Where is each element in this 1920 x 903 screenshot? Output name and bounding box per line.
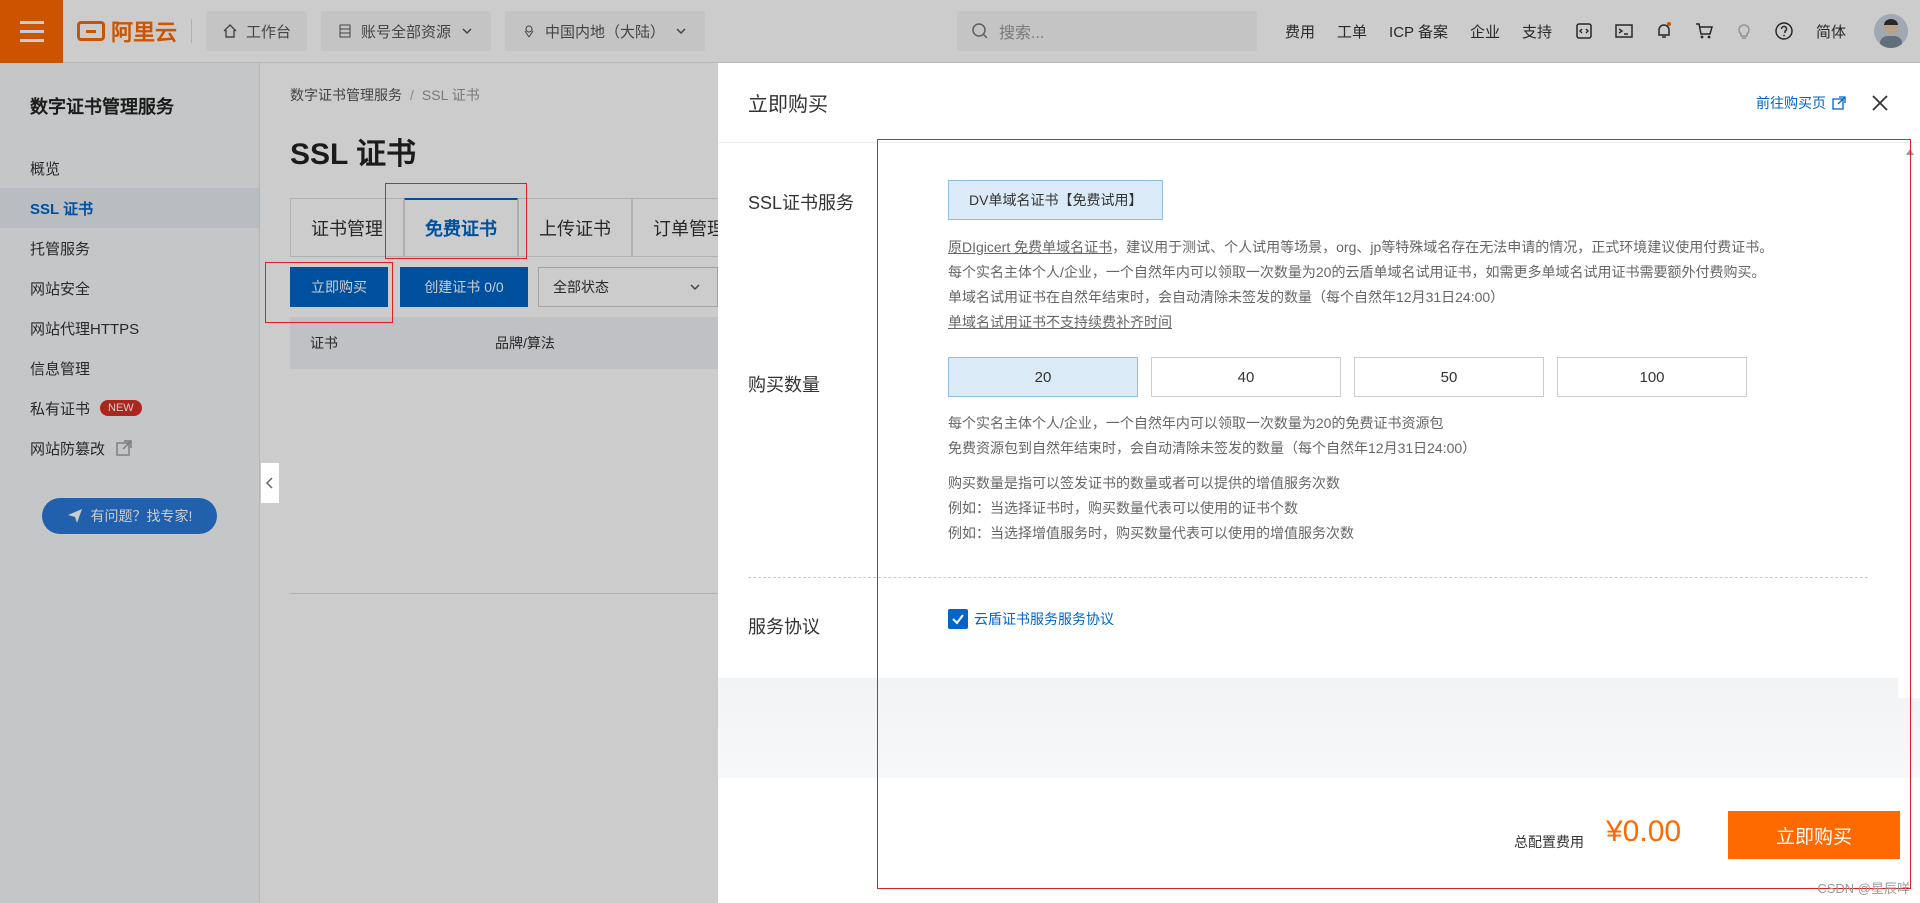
- ssl-service-label: SSL证书服务: [748, 193, 855, 213]
- annotation-box: [877, 139, 1911, 889]
- agreement-label: 服务协议: [748, 617, 820, 637]
- watermark: CSDN @星辰咩: [1817, 881, 1910, 896]
- annotation-box: [265, 262, 393, 323]
- quantity-label: 购买数量: [748, 375, 820, 395]
- sidebar-collapse-handle[interactable]: [260, 462, 280, 504]
- external-link-icon: [1832, 95, 1846, 110]
- annotation-box: [385, 183, 527, 259]
- drawer-title: 立即购买: [748, 94, 828, 116]
- purchase-page-link-label: 前往购买页: [1756, 94, 1826, 111]
- chevron-left-icon: [265, 477, 273, 489]
- drawer-header: 立即购买 前往购买页: [718, 63, 1920, 143]
- purchase-page-link[interactable]: 前往购买页: [1756, 93, 1846, 113]
- close-icon[interactable]: [1870, 93, 1890, 113]
